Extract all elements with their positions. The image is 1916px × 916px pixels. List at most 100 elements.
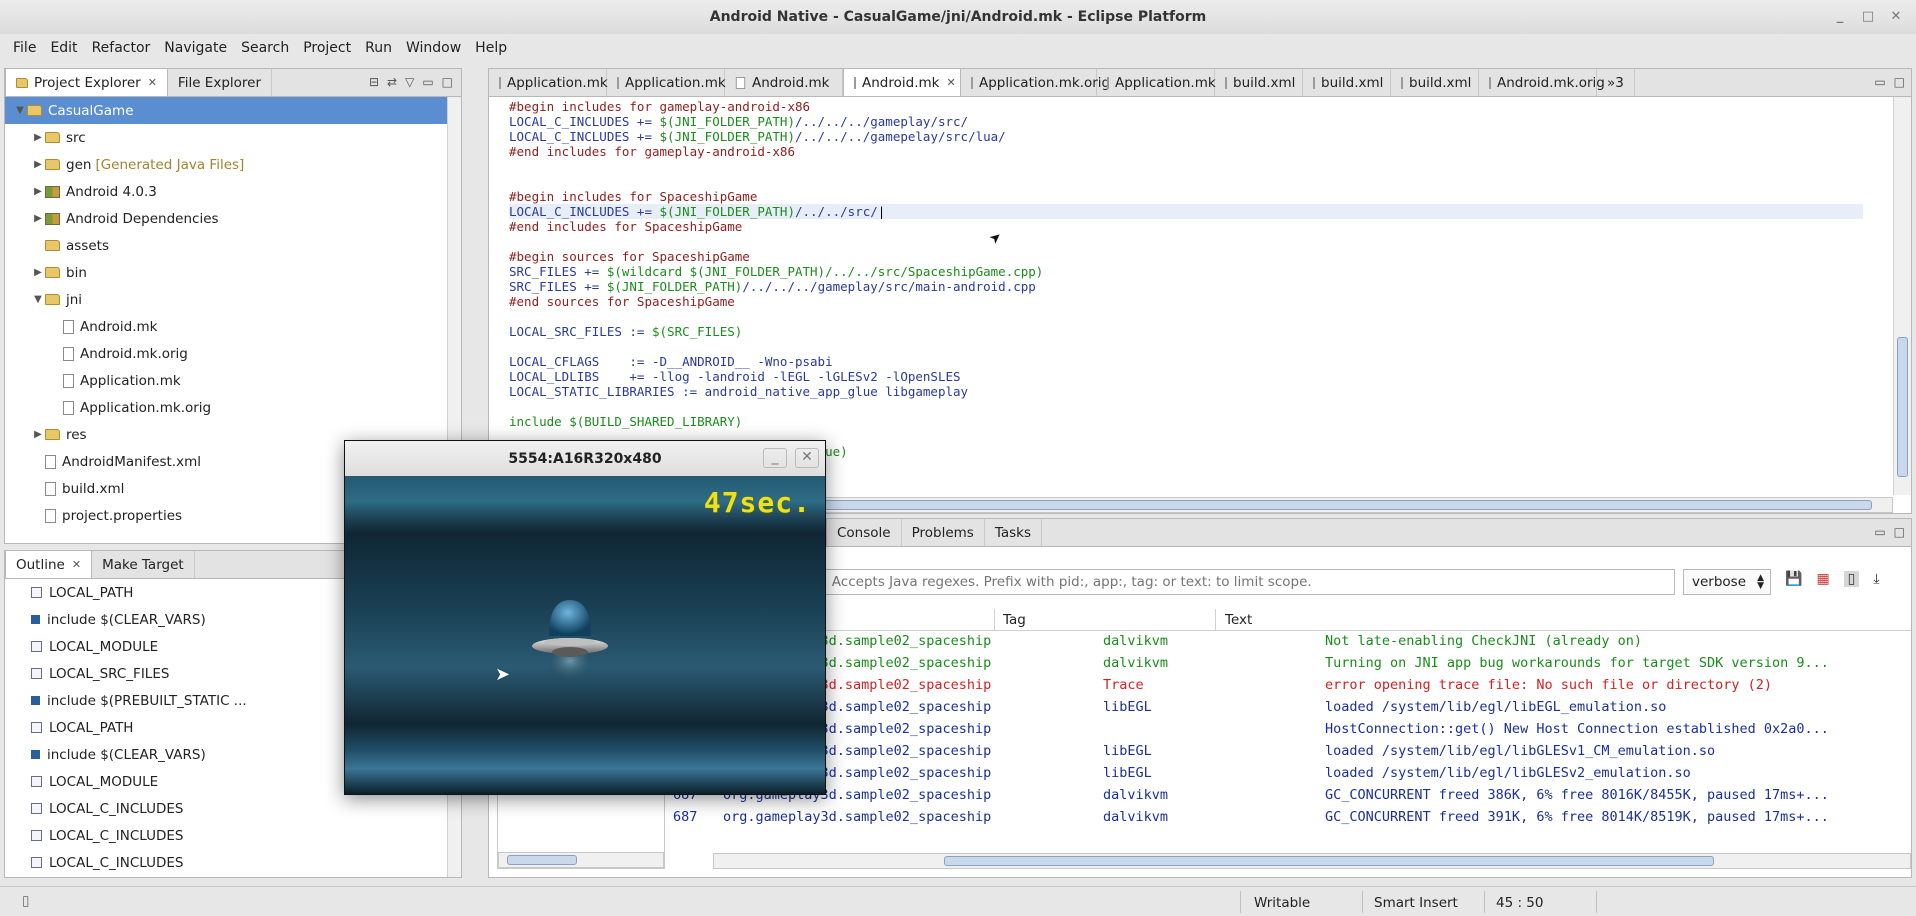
editor-tab[interactable]: Android.mk — [725, 69, 843, 96]
collapsed-arrow-icon[interactable]: ▶ — [31, 213, 45, 224]
log-level-select[interactable]: verbose ▲ ▼ — [1683, 569, 1771, 595]
tree-item[interactable]: Application.mk — [5, 367, 447, 394]
minimize-view-icon[interactable]: ▭ — [1874, 75, 1885, 89]
tab-problems[interactable]: Problems — [902, 519, 985, 546]
collapsed-arrow-icon[interactable]: ▶ — [31, 429, 45, 440]
emulator-title-bar[interactable]: 5554:A16R320x480 _ ✕ — [345, 441, 825, 476]
menu-navigate[interactable]: Navigate — [157, 40, 234, 56]
editor-tab[interactable]: Application.mk — [607, 69, 726, 96]
editor-tab-label: Application.mk.orig — [979, 74, 1111, 91]
minimize-view-icon[interactable]: ▭ — [422, 75, 433, 89]
expanded-arrow-icon[interactable]: ▼ — [13, 105, 27, 116]
log-row[interactable]: 687org.gameplay3d.sample02_spaceshiplibE… — [673, 743, 1911, 763]
menu-edit[interactable]: Edit — [43, 40, 84, 56]
log-row[interactable]: 687org.gameplay3d.sample02_spaceshiplibE… — [673, 765, 1911, 785]
view-menu-icon[interactable]: ▽ — [405, 75, 414, 89]
expanded-arrow-icon[interactable]: ▼ — [31, 294, 45, 305]
scroll-thumb[interactable] — [1897, 337, 1908, 477]
tree-item[interactable]: ▶ src — [5, 124, 447, 151]
tree-item[interactable]: ▶ gen [Generated Java Files] — [5, 151, 447, 178]
tree-item[interactable]: ▶ Android 4.0.3 — [5, 178, 447, 205]
maximize-view-icon[interactable]: □ — [1894, 75, 1905, 89]
horizontal-scrollbar[interactable] — [498, 852, 664, 868]
minimize-view-icon[interactable]: ▭ — [1874, 525, 1885, 539]
console-view-controls: ▭ □ — [1874, 525, 1905, 539]
fast-view-icon[interactable]: ▯ — [22, 893, 29, 909]
tab-make-target[interactable]: Make Target — [92, 551, 195, 578]
editor-tab[interactable]: Android.mk.orig — [1479, 69, 1605, 96]
collapse-all-icon[interactable]: ⊟ — [369, 75, 379, 89]
editor-tab[interactable]: Android.mk ✕ — [843, 68, 961, 96]
editor-tab[interactable]: build.xml — [1215, 69, 1303, 96]
menu-run[interactable]: Run — [358, 40, 399, 56]
code-token: LOCAL_C_INCLUDES += — [509, 129, 660, 144]
link-editor-icon[interactable]: ⇄ — [387, 75, 397, 89]
code-token: LOCAL_STATIC_LIBRARIES := android_native… — [509, 384, 969, 399]
emulator-screen[interactable]: 47sec. ➤ — [345, 476, 825, 794]
editor-tab[interactable]: Application.mk.orig — [961, 69, 1110, 96]
code-editor[interactable]: #begin includes for gameplay-android-x86… — [489, 97, 1893, 495]
toggle-layout-icon[interactable]: ▯ — [1843, 571, 1860, 587]
menu-project[interactable]: Project — [296, 40, 358, 56]
close-icon[interactable]: ✕ — [72, 558, 81, 571]
outline-item[interactable]: LOCAL_C_INCLUDES — [5, 849, 447, 876]
maximize-view-icon[interactable]: □ — [1894, 525, 1905, 539]
tab-tasks[interactable]: Tasks — [985, 519, 1042, 546]
log-row[interactable]: 687org.gameplay3d.sample02_spaceshipTrac… — [673, 677, 1911, 697]
editor-tab[interactable]: Application.mk — [489, 69, 608, 96]
minimize-icon[interactable]: _ — [763, 448, 787, 468]
log-row[interactable]: 687org.gameplay3d.sample02_spaceshipdalv… — [673, 655, 1911, 675]
maximize-view-icon[interactable]: □ — [442, 75, 453, 89]
outline-item[interactable]: LOCAL_C_INCLUDES — [5, 822, 447, 849]
save-icon[interactable]: 💾 — [1785, 571, 1802, 587]
collapsed-arrow-icon[interactable]: ▶ — [31, 267, 45, 278]
log-row[interactable]: 687org.gameplay3d.sample02_spaceshipdalv… — [673, 787, 1911, 807]
collapsed-arrow-icon[interactable]: ▶ — [31, 186, 45, 197]
close-icon[interactable]: ✕ — [946, 76, 955, 89]
log-row[interactable]: 687org.gameplay3d.sample02_spaceshipdalv… — [673, 809, 1911, 829]
tree-item[interactable]: ▶ bin — [5, 259, 447, 286]
tree-item[interactable]: ▼ jni — [5, 286, 447, 313]
tab-outline[interactable]: Outline ✕ — [5, 550, 93, 578]
collapsed-arrow-icon[interactable]: ▶ — [31, 159, 45, 170]
menu-refactor[interactable]: Refactor — [85, 40, 158, 56]
scroll-thumb[interactable] — [944, 856, 1714, 866]
close-icon[interactable]: ✕ — [795, 448, 819, 468]
vertical-scrollbar[interactable] — [1893, 97, 1911, 495]
code-line: SRC_FILES += $(wildcard $(JNI_FOLDER_PAT… — [509, 264, 1863, 279]
menu-window[interactable]: Window — [399, 40, 468, 56]
log-row[interactable]: 687org.gameplay3d.sample02_spaceshipHost… — [673, 721, 1911, 741]
collapsed-arrow-icon[interactable]: ▶ — [31, 132, 45, 143]
file-icon — [971, 76, 973, 89]
editor-tab[interactable]: Application.mk — [1097, 69, 1216, 96]
tree-item[interactable]: Android.mk.orig — [5, 340, 447, 367]
tab-project-explorer[interactable]: Project Explorer ✕ — [5, 68, 168, 96]
menu-search[interactable]: Search — [234, 40, 296, 56]
log-row[interactable]: 687org.gameplay3d.sample02_spaceshiplibE… — [673, 699, 1911, 719]
editor-tab[interactable]: build.xml — [1303, 69, 1391, 96]
menu-file[interactable]: File — [6, 40, 43, 56]
tree-item[interactable]: assets — [5, 232, 447, 259]
menu-help[interactable]: Help — [468, 40, 514, 56]
maximize-icon[interactable]: □ — [1856, 6, 1880, 26]
close-icon[interactable]: ✕ — [1884, 6, 1908, 26]
outline-item[interactable]: LOCAL_C_INCLUDES — [5, 795, 447, 822]
tab-overflow[interactable]: »3 — [1597, 69, 1635, 96]
code-token: SRC_FILES += — [509, 264, 607, 279]
tab-console[interactable]: Console — [827, 519, 902, 546]
scroll-thumb[interactable] — [507, 855, 577, 865]
tree-item[interactable]: Application.mk.orig — [5, 394, 447, 421]
tree-item[interactable]: Android.mk — [5, 313, 447, 340]
horizontal-scrollbar[interactable] — [713, 853, 1911, 869]
outline-item-label: LOCAL_MODULE — [49, 638, 159, 655]
emulator-window[interactable]: 5554:A16R320x480 _ ✕ 47sec. ➤ — [344, 440, 826, 795]
scroll-lock-icon[interactable]: ⤓ — [1873, 571, 1879, 587]
tab-file-explorer[interactable]: File Explorer — [168, 69, 273, 96]
close-icon[interactable]: ✕ — [148, 76, 157, 89]
log-row[interactable]: 687org.gameplay3d.sample02_spaceshipdalv… — [673, 633, 1911, 653]
clear-log-icon[interactable]: ▦ — [1816, 571, 1829, 587]
editor-tab[interactable]: build.xml — [1391, 69, 1479, 96]
minimize-icon[interactable]: _ — [1828, 6, 1852, 26]
tree-item[interactable]: ▼ CasualGame — [5, 97, 447, 124]
tree-item[interactable]: ▶ Android Dependencies — [5, 205, 447, 232]
